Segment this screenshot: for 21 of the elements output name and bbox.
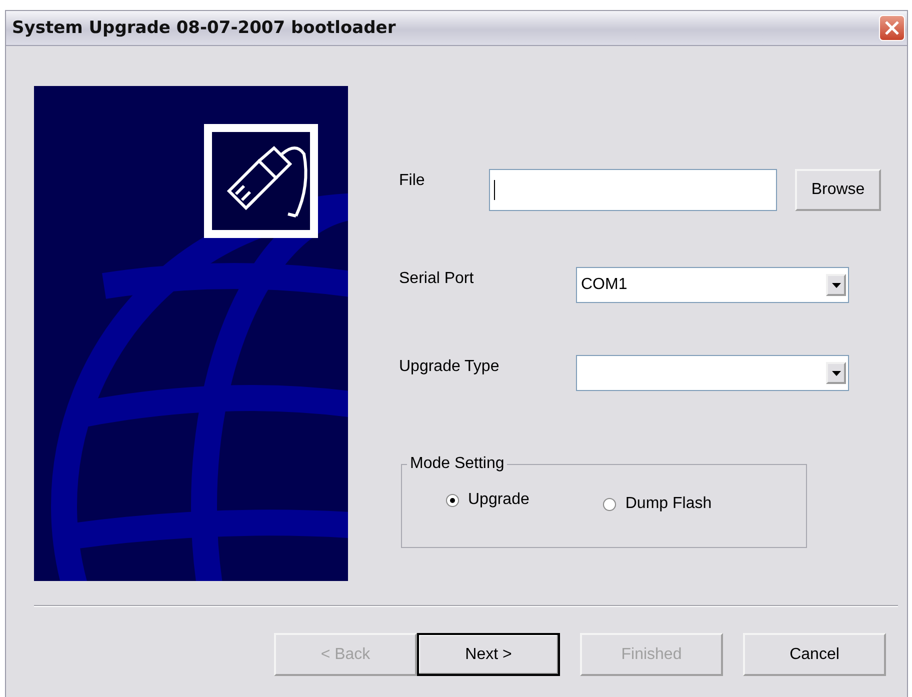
close-icon [884, 20, 900, 36]
browse-button[interactable]: Browse [795, 169, 881, 211]
field-label: Serial Port [399, 270, 475, 288]
wizard-button[interactable]: Next > [417, 633, 560, 676]
text-cursor [494, 180, 495, 200]
close-button[interactable] [879, 15, 905, 41]
field-label: File [399, 172, 426, 190]
plug-icon [204, 124, 318, 238]
caret-icon [832, 282, 840, 288]
file-input-field[interactable] [489, 169, 777, 211]
dropdown-field[interactable]: COM1 [576, 267, 849, 303]
caret-icon [832, 370, 840, 376]
wizard-button[interactable]: Cancel [743, 633, 886, 676]
window-title: System Upgrade 08-07-2007 bootloader [12, 18, 396, 38]
dropdown-field[interactable] [576, 355, 849, 391]
radio-option[interactable]: Upgrade [446, 487, 530, 513]
radio-option[interactable]: Dump Flash [603, 495, 712, 513]
dropdown-button[interactable] [826, 274, 846, 296]
dropdown-button[interactable] [826, 362, 846, 384]
field-label: Upgrade Type [399, 358, 500, 376]
group-title: Mode Setting [409, 455, 506, 473]
